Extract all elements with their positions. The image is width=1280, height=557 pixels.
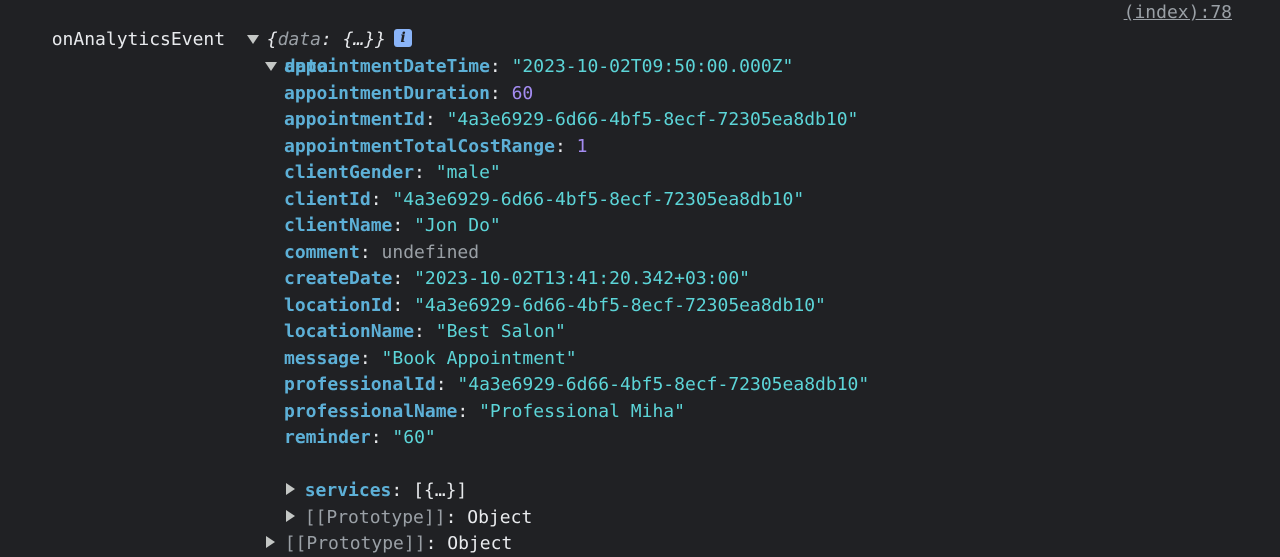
property-key: reminder [284, 427, 371, 448]
preview-value: {…} [342, 29, 376, 50]
property-row[interactable]: clientName: "Jon Do" [284, 213, 501, 239]
property-key: clientId [284, 189, 371, 210]
expand-outer-prototype-icon[interactable] [265, 536, 275, 548]
property-row[interactable]: professionalName: "Professional Miha" [284, 399, 685, 425]
property-value: "4a3e6929-6d66-4bf5-8ecf-72305ea8db10" [446, 109, 859, 130]
property-value: "4a3e6929-6d66-4bf5-8ecf-72305ea8db10" [414, 295, 826, 316]
property-key: appointmentDateTime [284, 56, 490, 77]
inner-prototype-node[interactable]: [[Prototype]]: Object [264, 479, 532, 528]
property-value: 1 [576, 136, 588, 157]
property-key: appointmentTotalCostRange [284, 136, 555, 157]
property-row[interactable]: appointmentId: "4a3e6929-6d66-4bf5-8ecf-… [284, 107, 858, 133]
property-row[interactable]: locationName: "Best Salon" [284, 319, 566, 345]
property-row[interactable]: createDate: "2023-10-02T13:41:20.342+03:… [284, 266, 750, 292]
property-key: clientName [284, 215, 393, 236]
property-key: createDate [284, 268, 393, 289]
property-key: locationId [284, 295, 393, 316]
property-value: undefined [381, 242, 480, 263]
property-value: "Jon Do" [414, 215, 501, 236]
property-key: message [284, 348, 360, 369]
services-node[interactable]: services: [{…}] [264, 452, 467, 501]
property-row[interactable]: message: "Book Appointment" [284, 346, 577, 372]
collapse-data-icon[interactable] [264, 61, 277, 71]
property-value: "4a3e6929-6d66-4bf5-8ecf-72305ea8db10" [457, 374, 870, 395]
property-key: appointmentDuration [284, 83, 490, 104]
property-key: professionalId [284, 374, 436, 395]
property-value: "4a3e6929-6d66-4bf5-8ecf-72305ea8db10" [392, 189, 805, 210]
outer-prototype-key: [[Prototype]] [284, 533, 426, 554]
property-value: "Book Appointment" [381, 348, 577, 369]
property-value: "Professional Miha" [479, 401, 685, 422]
event-name: onAnalyticsEvent [51, 29, 226, 50]
property-value: "60" [392, 427, 436, 448]
property-value: "2023-10-02T13:41:20.342+03:00" [414, 268, 751, 289]
property-row[interactable]: appointmentTotalCostRange: 1 [284, 134, 587, 160]
log-entry-header: onAnalyticsEvent {data: {…}} i [30, 1, 413, 50]
property-value: "Best Salon" [435, 321, 566, 342]
property-value: "2023-10-02T09:50:00.000Z" [511, 56, 794, 77]
property-row[interactable]: professionalId: "4a3e6929-6d66-4bf5-8ecf… [284, 372, 869, 398]
property-row[interactable]: clientGender: "male" [284, 160, 501, 186]
data-node[interactable]: data: [243, 28, 339, 77]
property-row[interactable]: appointmentDateTime: "2023-10-02T09:50:0… [284, 54, 793, 80]
outer-prototype-value: Object [447, 533, 513, 554]
property-row[interactable]: appointmentDuration: 60 [284, 81, 533, 107]
property-key: appointmentId [284, 109, 425, 130]
property-key: professionalName [284, 401, 458, 422]
property-key: locationName [284, 321, 415, 342]
property-row[interactable]: reminder: "60" [284, 425, 436, 451]
property-key: clientGender [284, 162, 415, 183]
preview-close-brace: } [375, 29, 387, 50]
property-row[interactable]: comment: undefined [284, 240, 479, 266]
property-key: comment [284, 242, 360, 263]
source-link[interactable]: (index):78 [1124, 0, 1232, 26]
property-row[interactable]: clientId: "4a3e6929-6d66-4bf5-8ecf-72305… [284, 187, 804, 213]
property-row[interactable]: locationId: "4a3e6929-6d66-4bf5-8ecf-723… [284, 293, 826, 319]
property-value: "male" [435, 162, 501, 183]
property-value: 60 [511, 83, 534, 104]
info-icon[interactable]: i [394, 29, 413, 47]
outer-prototype-node[interactable]: [[Prototype]]: Object [244, 505, 512, 554]
